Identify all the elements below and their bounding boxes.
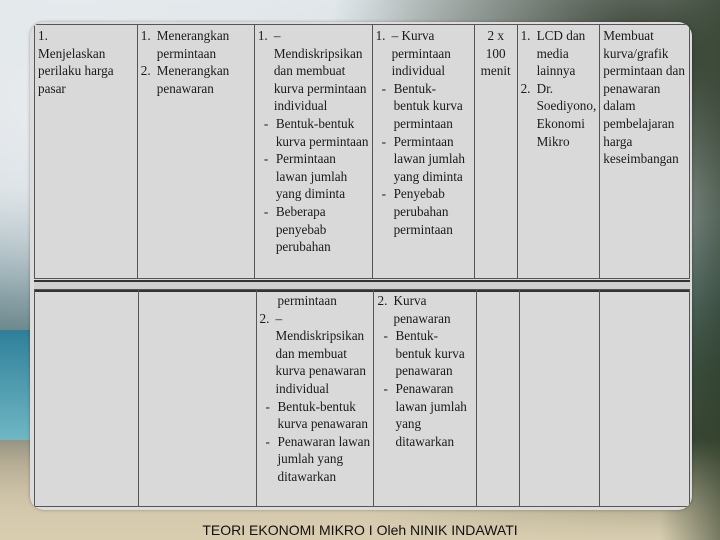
material-item: 2. Kurva penawaran <box>377 293 451 326</box>
cell-kegiatan: 1. – Mendiskripsikan dan membuat kurva p… <box>253 24 373 279</box>
kd-number: 1. <box>38 28 48 43</box>
cell-indikator: 1. Menerangkan permintaan 2. Menerangkan… <box>136 24 255 279</box>
material-item: 1. – Kurva permintaan individual <box>375 28 451 79</box>
cell-tugas <box>599 289 690 507</box>
cell-alokasi-waktu: 2 x 100 menit <box>473 24 518 279</box>
slide-footer: TEORI EKONOMI MIKRO I Oleh NINIK INDAWAT… <box>202 522 518 538</box>
cell-materi: 1. – Kurva permintaan individual - Bentuk… <box>371 24 475 279</box>
indicator-item: 1. Menerangkan permintaan <box>140 28 230 61</box>
activity-subitem: - Bentuk-bentuk kurva penawaran <box>265 398 368 432</box>
cell-kompetensi-dasar: 1. Menjelaskan perilaku harga pasar <box>34 24 138 279</box>
cell-tugas: Membuat kurva/grafik permintaan dan pena… <box>599 24 690 279</box>
cell-kompetensi-dasar <box>34 289 139 507</box>
document-scan: 1. Menjelaskan perilaku harga pasar 1. M… <box>34 24 690 507</box>
material-subitem: - Penyebab perubahan permintaan <box>381 186 453 237</box>
source-item: 1. LCD dan media lainnya <box>520 28 586 79</box>
activity-item: 2. – Mendiskripsikan dan membuat kurva p… <box>259 310 366 396</box>
syllabus-table-bottom: permintaan 2. – Mendiskripsikan dan memb… <box>34 289 690 507</box>
activity-subitem: - Beberapa penyebab perubahan <box>263 203 331 255</box>
cell-sumber-belajar: 1. LCD dan media lainnya 2. Dr. Soediyon… <box>516 24 601 279</box>
cell-indikator <box>137 289 257 507</box>
document-card: 1. Menjelaskan perilaku harga pasar 1. M… <box>30 22 692 510</box>
time-allocation: 2 x 100 menit <box>480 28 511 79</box>
material-subitem: - Bentuk-bentuk kurva penawaran <box>383 328 465 379</box>
cell-kegiatan: permintaan 2. – Mendiskripsikan dan memb… <box>255 289 375 507</box>
material-subitem: - Penawaran lawan jumlah yang ditawarkan <box>383 380 467 449</box>
task-text: Membuat kurva/grafik permintaan dan pena… <box>603 28 685 167</box>
material-subitem: - Bentuk-bentuk kurva permintaan <box>381 80 463 131</box>
table-row: 1. Menjelaskan perilaku harga pasar 1. M… <box>34 24 690 279</box>
activity-item: 1. – Mendiskripsikan dan membuat kurva p… <box>257 28 367 114</box>
cell-alokasi-waktu <box>476 289 521 507</box>
cell-sumber-belajar <box>519 289 601 507</box>
activity-subitem: - Penawaran lawan jumlah yang ditawarkan <box>265 433 371 484</box>
activity-subitem: - Permintaan lawan jumlah yang diminta <box>263 151 348 202</box>
activity-subitem: - Bentuk-bentuk kurva permintaan <box>263 115 369 149</box>
activity-continuation: permintaan <box>277 293 337 308</box>
indicator-item: 2. Menerangkan penawaran <box>140 63 230 96</box>
material-subitem: - Permintaan lawan jumlah yang diminta <box>381 133 465 184</box>
source-item: 2. Dr. Soediyono, Ekonomi Mikro <box>520 80 597 149</box>
kd-text: Menjelaskan perilaku harga pasar <box>38 45 114 96</box>
syllabus-table-top: 1. Menjelaskan perilaku harga pasar 1. M… <box>34 24 690 279</box>
table-row: permintaan 2. – Mendiskripsikan dan memb… <box>34 289 690 507</box>
cell-materi: 2. Kurva penawaran - Bentuk-bentuk kurva … <box>373 289 478 507</box>
